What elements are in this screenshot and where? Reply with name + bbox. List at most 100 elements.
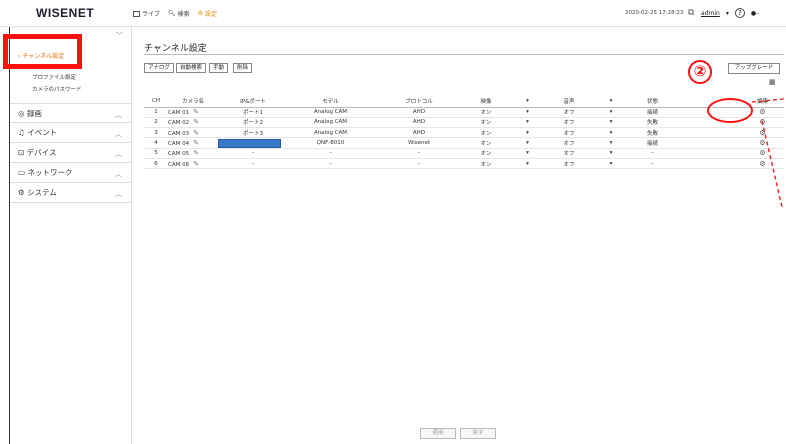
sidebar-item-profile[interactable]: プロファイル設定 [32, 73, 76, 81]
cell-audio[interactable]: オフ [548, 107, 590, 118]
sidebar-section-network[interactable]: ▭ ネットワーク ︿ [10, 163, 132, 183]
cell-audio[interactable]: オフ [548, 158, 590, 170]
camera-name-text: CAM 05 [168, 151, 190, 158]
table-row[interactable]: 5 CAM 05 ✎ – – – オン ▾ オフ ▾ – ⚙ [144, 148, 784, 159]
audio-dropdown-icon[interactable]: ▾ [590, 148, 632, 159]
chevron-down-icon[interactable]: ▾ [726, 10, 729, 17]
cell-ip: – [218, 158, 288, 170]
sidebar-section-record[interactable]: ◎ 録画 ︿ [10, 103, 132, 123]
nav-live[interactable]: ライブ [133, 9, 160, 18]
audio-dropdown-icon[interactable]: ▾ [590, 127, 632, 139]
video-dropdown-icon[interactable]: ▾ [507, 158, 548, 170]
cell-audio[interactable]: オフ [548, 148, 590, 159]
device-icon: ⊡ [18, 148, 27, 157]
pencil-icon[interactable]: ✎ [193, 118, 199, 126]
col-ch: CH [144, 96, 168, 108]
chevron-up-icon: ︿ [115, 150, 122, 158]
col-status: 状態 [632, 96, 673, 108]
cell-audio[interactable]: オフ [548, 127, 590, 139]
cell-ip: ポート2 [218, 117, 288, 129]
nav-search-label: 検索 [177, 11, 190, 18]
auto-search-button[interactable]: 自動検索 [176, 63, 207, 73]
record-icon: ◎ [18, 108, 27, 118]
pencil-icon[interactable]: ✎ [193, 160, 199, 168]
cell-video[interactable]: オン [465, 158, 507, 170]
video-dropdown-icon[interactable]: ▾ [507, 107, 548, 118]
grid-view-icon[interactable]: ▦ [769, 78, 776, 86]
pencil-icon[interactable]: ✎ [193, 108, 199, 116]
top-nav: ライブ 🔍︎ 検索 ⚙ 設定 [133, 9, 217, 18]
table-row[interactable]: 6 CAM 06 ✎ – – – オン ▾ オフ ▾ – ⚙ [144, 158, 784, 170]
layout-icon[interactable]: ⧉ [688, 8, 694, 18]
apply-button[interactable]: 適用 [420, 428, 456, 439]
bell-icon: ♫ [18, 128, 28, 137]
pencil-icon[interactable]: ✎ [193, 149, 199, 157]
cell-ip: – [218, 148, 288, 159]
cancel-button[interactable]: 戻す [460, 428, 496, 439]
settings-icon: ⚙ [197, 10, 204, 17]
col-ip-port: IP&ポート [218, 96, 288, 108]
cell-video[interactable]: オン [465, 127, 507, 139]
cell-spacer [673, 158, 741, 170]
cell-ch: 1 [144, 107, 168, 118]
ip-redacted-field [218, 138, 281, 148]
sidebar: ▬▬▬ ﹀ › チャンネル設定 プロファイル設定 カメラのパスワード ◎ 録画 … [10, 27, 132, 444]
cell-video[interactable]: オン [465, 148, 507, 159]
audio-dropdown-icon[interactable]: ▾ [590, 117, 632, 129]
annotation-step-2: ② [688, 60, 712, 84]
sidebar-item-camera-password[interactable]: カメラのパスワード [32, 85, 82, 93]
delete-button[interactable]: 削除 [233, 63, 253, 73]
chevron-up-icon: ︿ [115, 111, 122, 119]
main-panel: チャンネル設定 アナログ 自動検索 手動 削除 アップグレード ▦ ② CH カ… [132, 27, 786, 444]
cell-ip: ポート3 [218, 127, 288, 139]
audio-dropdown-icon[interactable]: ▾ [590, 137, 632, 149]
wisenet-logo: WISENET [36, 6, 95, 20]
video-dropdown-icon[interactable]: ▾ [507, 137, 548, 149]
video-dropdown-icon[interactable]: ▾ [507, 117, 548, 129]
video-dropdown-icon[interactable]: ▾ [507, 127, 548, 139]
bottom-buttons: 適用 戻す [420, 428, 496, 439]
table-row[interactable]: 2 CAM 02 ✎ ポート2 Analog CAM AHD オン ▾ オフ ▾ 失敗 ⚙ [144, 117, 784, 129]
cell-model: – [288, 148, 373, 159]
cell-protocol: AHD [373, 107, 465, 118]
cell-video[interactable]: オン [465, 137, 507, 149]
nav-search[interactable]: 🔍︎ 検索 [168, 9, 190, 18]
audio-dropdown-icon[interactable]: ▾ [590, 158, 632, 170]
chevron-up-icon[interactable]: ﹀ [116, 31, 123, 41]
user-dropdown[interactable]: admin [701, 10, 720, 17]
audio-dropdown-icon[interactable]: ▾ [590, 107, 632, 118]
cell-video[interactable]: オン [465, 117, 507, 129]
pencil-icon[interactable]: ✎ [193, 129, 199, 137]
sidebar-section-device[interactable]: ⊡ デバイス ︿ [10, 143, 132, 163]
cell-model: Analog CAM [288, 127, 373, 139]
pencil-icon[interactable]: ✎ [193, 139, 199, 147]
col-camera-name: カメラ名 [168, 96, 218, 108]
cell-video[interactable]: オン [465, 107, 507, 118]
nav-settings[interactable]: ⚙ 設定 [198, 9, 217, 18]
video-dropdown-icon[interactable]: ▾ [507, 148, 548, 159]
cell-audio[interactable]: オフ [548, 137, 590, 149]
sidebar-section-label: デバイス [26, 148, 57, 157]
logout-icon[interactable]: ●– [751, 10, 759, 17]
analog-button[interactable]: アナログ [144, 63, 174, 73]
cell-ip[interactable] [218, 137, 288, 149]
datetime: 2020-02-25 17:28:23 [625, 10, 684, 16]
upgrade-button[interactable]: アップグレード [728, 63, 780, 74]
col-video-dropdown: ▾ [507, 96, 548, 108]
col-video: 映像 [465, 96, 507, 108]
table-row[interactable]: 4 CAM 04 ✎ QNF-8010 Wisenet オン ▾ オフ ▾ 接続 ⚙ [144, 137, 784, 149]
col-audio-dropdown: ▾ [590, 96, 632, 108]
manual-button[interactable]: 手動 [209, 63, 229, 73]
sidebar-section-system[interactable]: ⚙ システム ︿ [10, 183, 132, 203]
network-icon: ▭ [18, 168, 28, 177]
table-row[interactable]: 3 CAM 03 ✎ ポート3 Analog CAM AHD オン ▾ オフ ▾ 失敗 ⚙ [144, 127, 784, 139]
col-protocol: プロトコル [373, 96, 465, 108]
help-icon[interactable]: ? [734, 8, 745, 18]
cell-status: – [632, 148, 673, 159]
sidebar-section-event[interactable]: ♫ イベント ︿ [10, 123, 132, 143]
cell-ch: 4 [144, 137, 168, 149]
table-row[interactable]: 1 CAM 01 ✎ ポート1 Analog CAM AHD オン ▾ オフ ▾ 接続 ⚙ [144, 107, 784, 118]
cell-camera-name: CAM 01 ✎ [168, 107, 218, 118]
cell-ch: 3 [144, 127, 168, 139]
cell-audio[interactable]: オフ [548, 117, 590, 129]
